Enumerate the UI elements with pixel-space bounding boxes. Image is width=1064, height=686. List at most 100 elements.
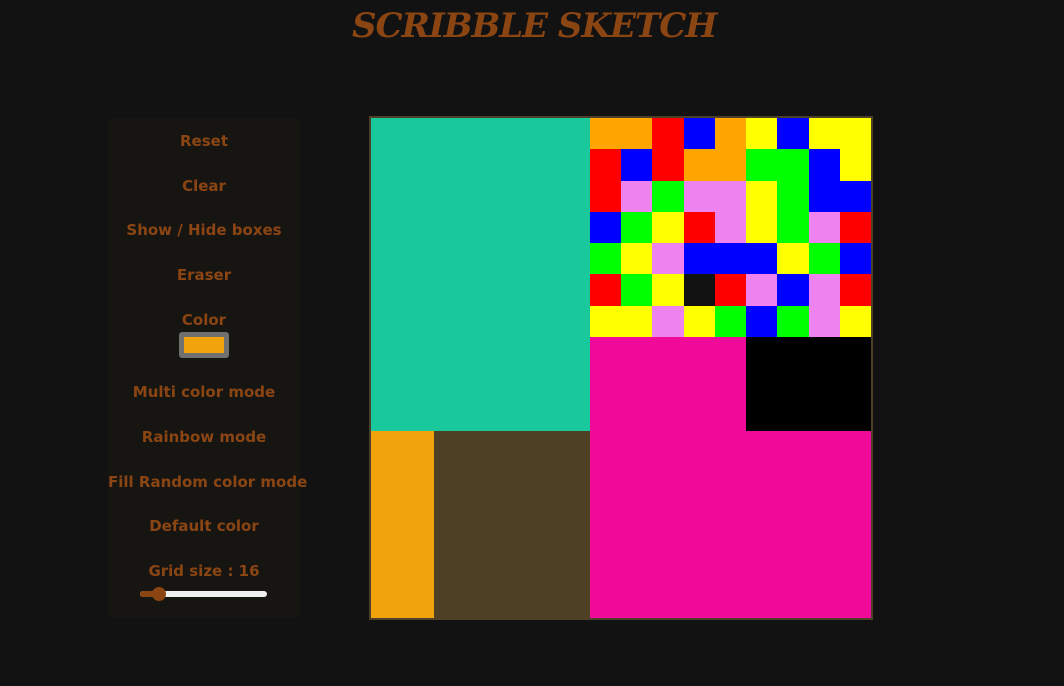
grid-cell[interactable] — [777, 556, 809, 587]
grid-cell[interactable] — [621, 274, 652, 306]
grid-cell[interactable] — [684, 399, 715, 431]
grid-cell[interactable] — [371, 556, 402, 587]
grid-cell[interactable] — [684, 556, 715, 587]
grid-cell[interactable] — [652, 431, 684, 462]
grid-cell[interactable] — [840, 306, 871, 337]
grid-cell[interactable] — [809, 337, 840, 368]
grid-cell[interactable] — [684, 431, 715, 462]
grid-cell[interactable] — [402, 493, 434, 524]
grid-cell[interactable] — [809, 431, 840, 462]
grid-cell[interactable] — [715, 181, 746, 212]
grid-cell[interactable] — [652, 524, 684, 556]
grid-cell[interactable] — [777, 274, 809, 306]
grid-cell[interactable] — [809, 181, 840, 212]
grid-cell[interactable] — [840, 431, 871, 462]
grid-cell[interactable] — [652, 462, 684, 493]
grid-cell[interactable] — [684, 243, 715, 274]
grid-cell[interactable] — [496, 274, 527, 306]
grid-cell[interactable] — [590, 431, 621, 462]
grid-cell[interactable] — [840, 462, 871, 493]
grid-cell[interactable] — [402, 462, 434, 493]
grid-cell[interactable] — [590, 306, 621, 337]
grid-cell[interactable] — [527, 212, 559, 243]
grid-cell[interactable] — [715, 524, 746, 556]
grid-cell[interactable] — [434, 243, 465, 274]
grid-cell[interactable] — [559, 149, 590, 181]
grid-cell[interactable] — [809, 399, 840, 431]
grid-cell[interactable] — [715, 274, 746, 306]
grid-cell[interactable] — [527, 181, 559, 212]
grid-cell[interactable] — [402, 524, 434, 556]
grid-cell[interactable] — [652, 556, 684, 587]
grid-cell[interactable] — [809, 493, 840, 524]
grid-cell[interactable] — [684, 524, 715, 556]
grid-cell[interactable] — [777, 368, 809, 399]
grid-cell[interactable] — [809, 149, 840, 181]
grid-cell[interactable] — [715, 149, 746, 181]
grid-cell[interactable] — [496, 462, 527, 493]
grid-cell[interactable] — [590, 462, 621, 493]
grid-cell[interactable] — [777, 399, 809, 431]
grid-cell[interactable] — [434, 462, 465, 493]
grid-cell[interactable] — [652, 368, 684, 399]
grid-cell[interactable] — [777, 431, 809, 462]
grid-cell[interactable] — [684, 462, 715, 493]
grid-cell[interactable] — [652, 181, 684, 212]
grid-cell[interactable] — [746, 556, 777, 587]
grid-cell[interactable] — [371, 118, 402, 149]
grid-cell[interactable] — [371, 212, 402, 243]
grid-cell[interactable] — [465, 399, 496, 431]
grid-cell[interactable] — [809, 243, 840, 274]
grid-cell[interactable] — [590, 368, 621, 399]
grid-cell[interactable] — [434, 431, 465, 462]
grid-cell[interactable] — [496, 243, 527, 274]
grid-cell[interactable] — [621, 524, 652, 556]
grid-cell[interactable] — [402, 587, 434, 618]
grid-cell[interactable] — [434, 274, 465, 306]
grid-cell[interactable] — [402, 368, 434, 399]
grid-cell[interactable] — [684, 149, 715, 181]
grid-cell[interactable] — [371, 587, 402, 618]
grid-cell[interactable] — [559, 306, 590, 337]
grid-cell[interactable] — [590, 524, 621, 556]
toggle-boxes-button[interactable]: Show / Hide boxes — [108, 217, 300, 243]
grid-cell[interactable] — [402, 149, 434, 181]
grid-cell[interactable] — [840, 556, 871, 587]
grid-cell[interactable] — [684, 181, 715, 212]
grid-cell[interactable] — [465, 337, 496, 368]
grid-cell[interactable] — [371, 181, 402, 212]
grid-cell[interactable] — [715, 587, 746, 618]
grid-cell[interactable] — [684, 337, 715, 368]
grid-cell[interactable] — [652, 118, 684, 149]
grid-cell[interactable] — [809, 306, 840, 337]
grid-cell[interactable] — [746, 431, 777, 462]
grid-cell[interactable] — [496, 337, 527, 368]
grid-cell[interactable] — [684, 212, 715, 243]
grid-cell[interactable] — [527, 368, 559, 399]
grid-cell[interactable] — [621, 368, 652, 399]
grid-cell[interactable] — [777, 337, 809, 368]
grid-cell[interactable] — [434, 368, 465, 399]
grid-cell[interactable] — [527, 493, 559, 524]
grid-cell[interactable] — [652, 212, 684, 243]
grid-cell[interactable] — [371, 524, 402, 556]
grid-cell[interactable] — [684, 306, 715, 337]
grid-cell[interactable] — [559, 368, 590, 399]
grid-cell[interactable] — [715, 556, 746, 587]
grid-cell[interactable] — [434, 399, 465, 431]
grid-cell[interactable] — [621, 181, 652, 212]
grid-cell[interactable] — [777, 212, 809, 243]
grid-cell[interactable] — [402, 399, 434, 431]
grid-cell[interactable] — [496, 149, 527, 181]
grid-cell[interactable] — [590, 274, 621, 306]
grid-cell[interactable] — [434, 149, 465, 181]
reset-button[interactable]: Reset — [108, 128, 300, 154]
grid-cell[interactable] — [465, 212, 496, 243]
grid-cell[interactable] — [777, 587, 809, 618]
grid-cell[interactable] — [840, 118, 871, 149]
grid-cell[interactable] — [621, 493, 652, 524]
grid-cell[interactable] — [434, 306, 465, 337]
grid-cell[interactable] — [559, 181, 590, 212]
grid-cell[interactable] — [496, 399, 527, 431]
grid-cell[interactable] — [590, 149, 621, 181]
